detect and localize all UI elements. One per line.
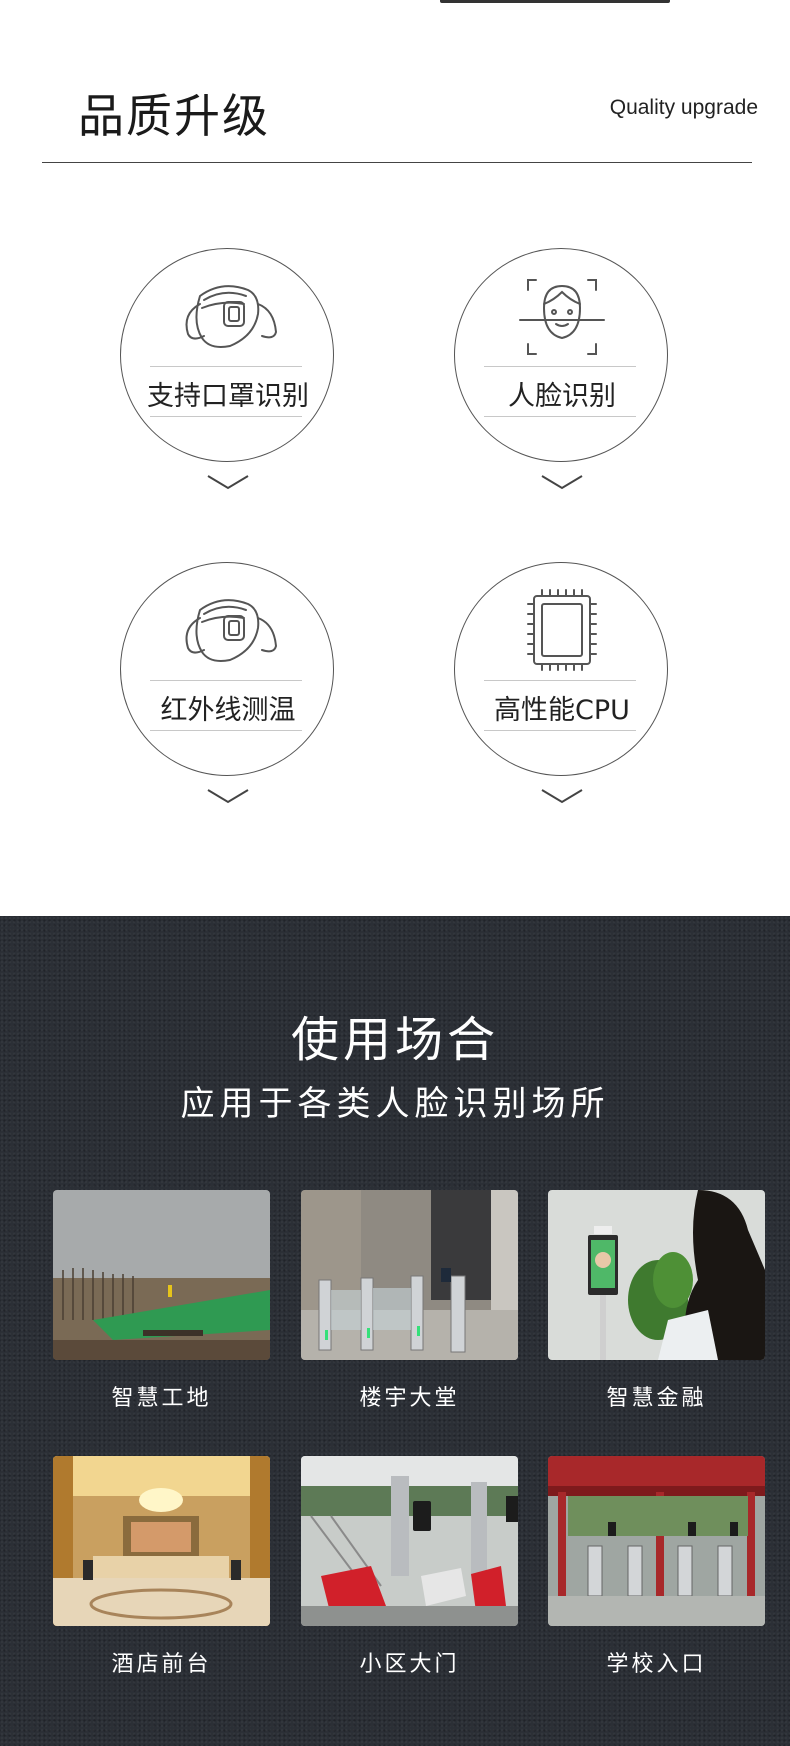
scene-photo [548, 1190, 765, 1360]
scene-label: 智慧金融 [606, 1386, 707, 1411]
chevron-down-icon [207, 789, 249, 804]
feature-infrared-temperature: 红外线测温 [120, 562, 336, 804]
top-divider-strip [440, 0, 670, 3]
scene-label: 楼宇大堂 [359, 1386, 460, 1411]
feature-label: 红外线测温 [160, 695, 296, 726]
label-bottom-rule [150, 730, 302, 731]
scene-photo [301, 1456, 518, 1626]
section-title: 品质升级 [78, 89, 270, 143]
feature-high-performance-cpu: 高性能CPU [454, 562, 670, 804]
header-divider [42, 162, 752, 163]
scene-photo [548, 1456, 765, 1626]
label-bottom-rule [484, 416, 636, 417]
scene-photo [53, 1456, 270, 1626]
chevron-down-icon [207, 475, 249, 490]
feature-label: 支持口罩识别 [147, 381, 309, 412]
feature-label: 高性能CPU [494, 695, 630, 726]
label-top-rule [484, 680, 636, 681]
cpu-chip-icon [527, 589, 597, 671]
scene-label: 学校入口 [606, 1652, 707, 1677]
mask-icon [185, 285, 277, 348]
section-subtitle: Quality upgrade [609, 96, 758, 119]
scene-label: 小区大门 [359, 1652, 460, 1677]
face-scan-icon [519, 279, 605, 355]
label-bottom-rule [484, 730, 636, 731]
scene-label: 酒店前台 [111, 1652, 212, 1677]
label-top-rule [150, 366, 302, 367]
mask-icon [185, 599, 277, 662]
feature-face-recognition: 人脸识别 [454, 248, 670, 490]
feature-mask-recognition: 支持口罩识别 [120, 248, 336, 490]
scene-photo [53, 1190, 270, 1360]
usage-section: 使用场合 应用于各类人脸识别场所 智慧工地 楼宇大堂 智慧金融 酒店前台 小区大… [0, 916, 790, 1746]
scene-photo [301, 1190, 518, 1360]
chevron-down-icon [541, 789, 583, 804]
chevron-down-icon [541, 475, 583, 490]
usage-subtitle: 应用于各类人脸识别场所 [180, 1084, 610, 1124]
scene-label: 智慧工地 [111, 1386, 212, 1411]
feature-label: 人脸识别 [508, 381, 616, 412]
label-top-rule [484, 366, 636, 367]
usage-title: 使用场合 [290, 1012, 499, 1068]
label-bottom-rule [150, 416, 302, 417]
label-top-rule [150, 680, 302, 681]
